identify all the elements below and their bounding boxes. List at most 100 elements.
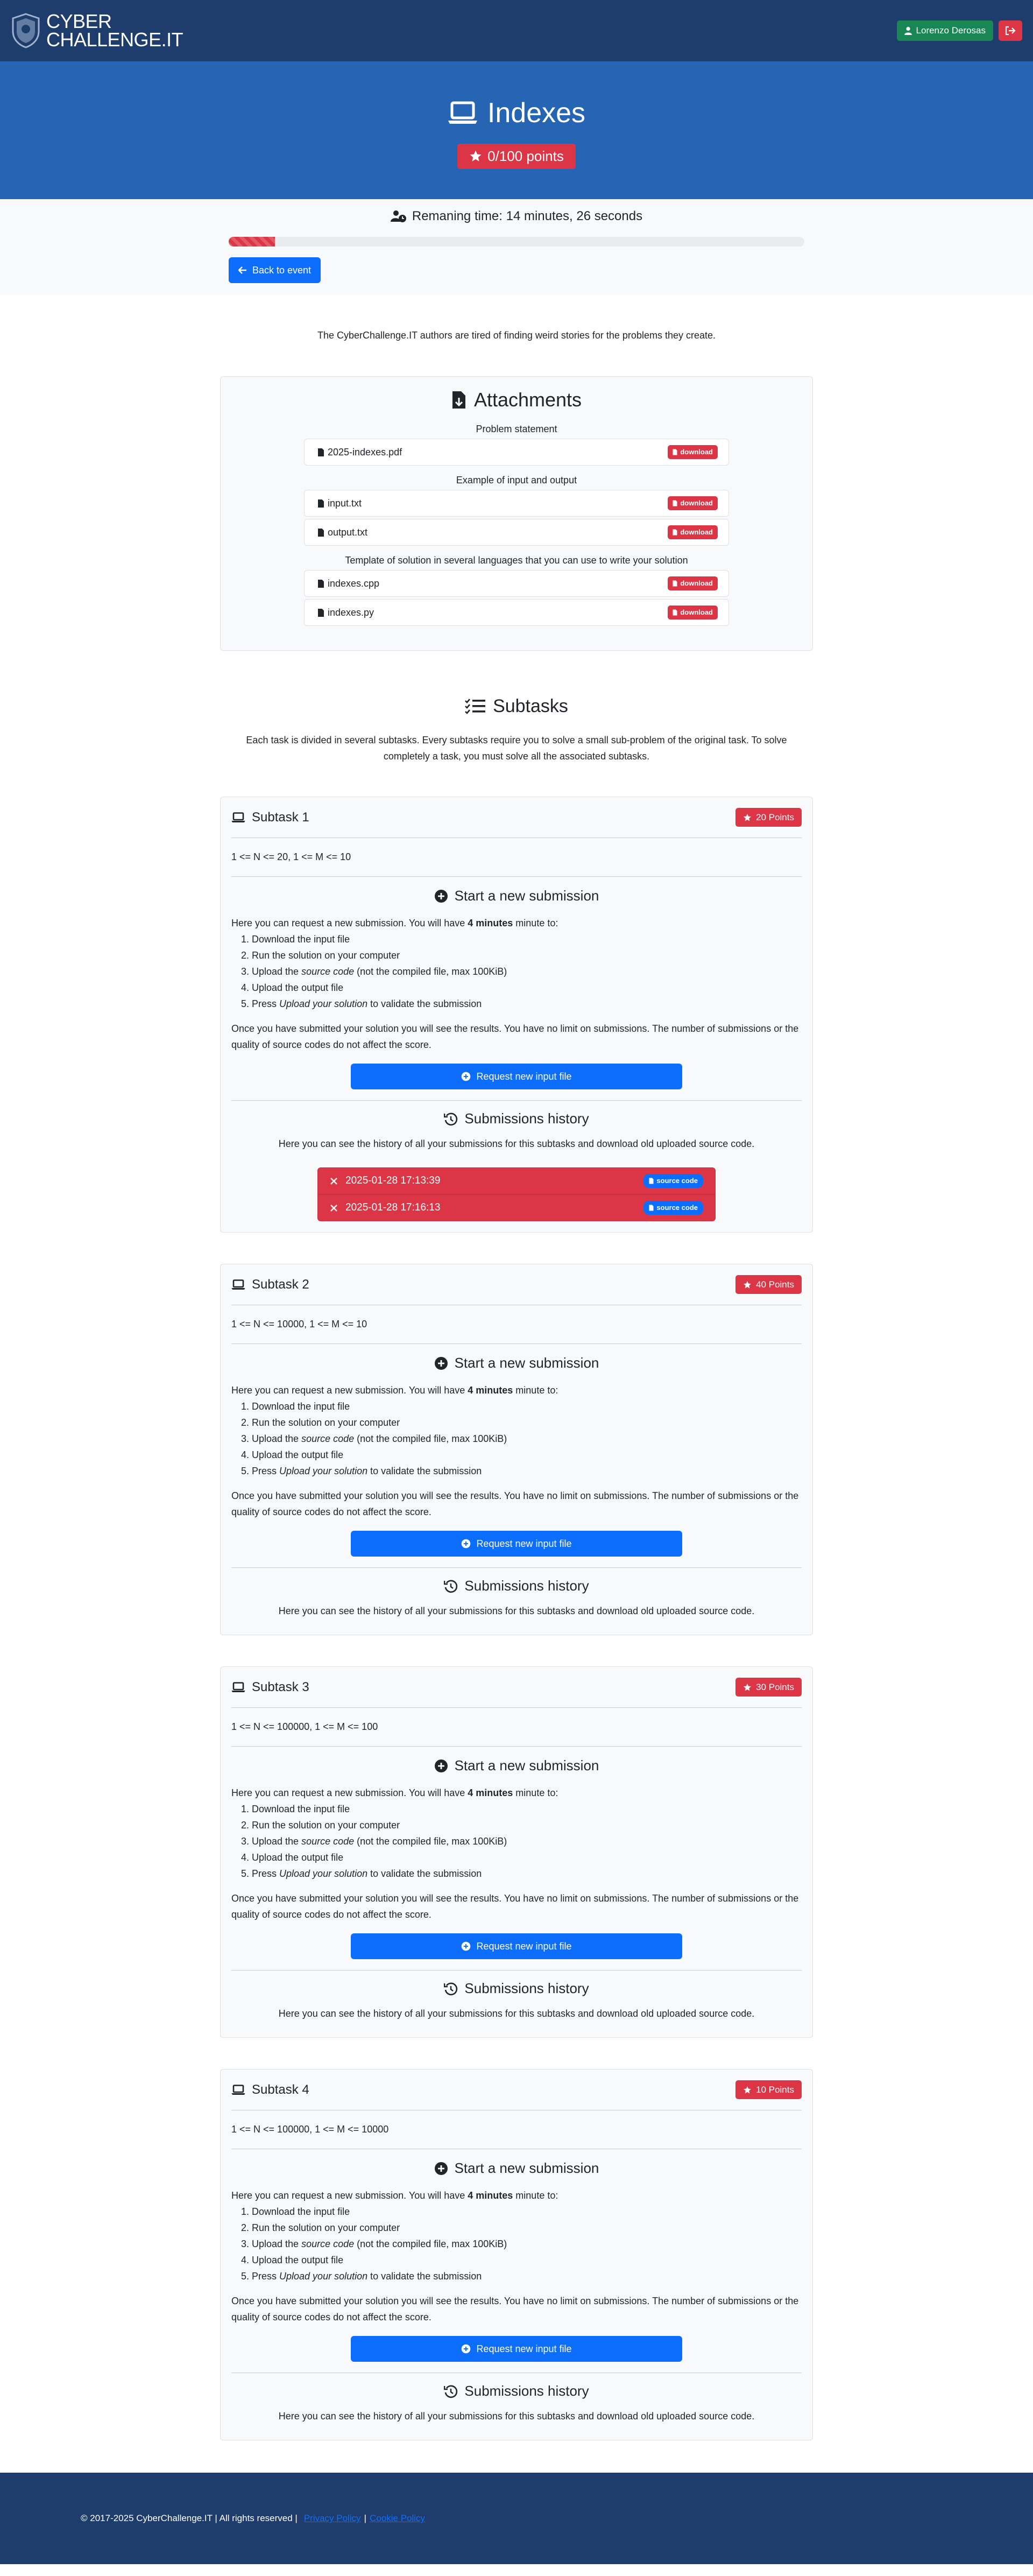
file-icon: [649, 1205, 654, 1211]
attachment-group-statement: Problem statement 2025-indexes.pdf downl…: [221, 422, 812, 466]
step-item: Run the solution on your computer: [252, 947, 802, 963]
source-code-button[interactable]: source code: [643, 1174, 703, 1188]
step-emphasis: source code: [301, 2239, 355, 2249]
new-submission-title-text: Start a new submission: [454, 1757, 599, 1773]
request-input-button[interactable]: Request new input file: [351, 1531, 682, 1557]
time-progress-fill: [229, 237, 275, 247]
new-submission-title: Start a new submission: [231, 885, 802, 906]
step-text: Press: [252, 2271, 280, 2282]
subtask-header: Subtask 3 30 Points: [231, 1667, 802, 1708]
subtask-constraint: 1 <= N <= 100000, 1 <= M <= 10000: [231, 2110, 802, 2149]
step-emphasis: source code: [301, 966, 355, 977]
attachment-item[interactable]: indexes.py download: [304, 599, 729, 626]
submission-history-item[interactable]: 2025-01-28 17:13:39 source code: [317, 1167, 716, 1194]
step-item: Upload the source code (not the compiled…: [252, 1431, 802, 1447]
file-code-icon: [318, 608, 324, 617]
logout-icon: [1005, 26, 1016, 36]
intro-text: Here you can request a new submission. Y…: [231, 1385, 468, 1396]
subtask-card: Subtask 1 20 Points 1 <= N <= 20, 1 <= M…: [220, 797, 813, 1233]
submission-history-item[interactable]: 2025-01-28 17:16:13 source code: [317, 1194, 716, 1221]
download-button[interactable]: download: [668, 496, 718, 510]
user-name: Lorenzo Derosas: [916, 25, 986, 36]
subtask-constraint: 1 <= N <= 10000, 1 <= M <= 10: [231, 1305, 802, 1344]
subtasks-description: Each task is divided in several subtasks…: [246, 735, 787, 762]
subtask-title: Subtask 1: [231, 808, 309, 827]
star-icon: [744, 2086, 752, 2094]
download-button[interactable]: download: [668, 445, 718, 459]
timer-section: Remaning time: 14 minutes, 26 seconds Ba…: [0, 199, 1033, 295]
attachment-item[interactable]: 2025-indexes.pdf download: [304, 439, 729, 466]
attachment-group-label: Problem statement: [476, 424, 557, 434]
attachment-item[interactable]: output.txt download: [304, 519, 729, 546]
user-icon: [904, 26, 912, 35]
cookie-policy-link[interactable]: Cookie Policy: [370, 2511, 425, 2525]
subtask-header: Subtask 2 40 Points: [231, 1264, 802, 1305]
submissions-history-title: Submissions history: [231, 1108, 802, 1129]
request-input-label: Request new input file: [476, 1538, 572, 1549]
download-button[interactable]: download: [668, 525, 718, 539]
brand-line-2: CHALLENGE.IT: [46, 29, 183, 51]
file-download-icon: [452, 391, 465, 409]
intro-text-end: minute to:: [513, 2190, 558, 2201]
remaining-time-text: Remaning time: 14 minutes, 26 seconds: [412, 209, 643, 223]
step-text: Press: [252, 1868, 280, 1879]
subtask-points-badge: 10 Points: [735, 2080, 802, 2100]
user-button[interactable]: Lorenzo Derosas: [896, 20, 993, 41]
attachment-item[interactable]: input.txt download: [304, 490, 729, 517]
submissions-history-title: Submissions history: [231, 2381, 802, 2402]
request-input-button[interactable]: Request new input file: [351, 1933, 682, 1959]
subtasks-header: Subtasks Each task is divided in several…: [0, 693, 1033, 764]
step-text-end: (not the compiled file, max 100KiB): [354, 1433, 507, 1444]
subtask-title-text: Subtask 1: [252, 810, 309, 825]
step-text-end: to validate the submission: [367, 998, 482, 1009]
submission-after-text: Once you have submitted your solution yo…: [231, 2296, 799, 2322]
subtask-card: Subtask 3 30 Points 1 <= N <= 100000, 1 …: [220, 1666, 813, 2038]
subtask-points-badge: 20 Points: [735, 807, 802, 827]
plus-circle-icon: [462, 1539, 471, 1549]
history-icon: [444, 1982, 458, 1995]
step-item: Press Upload your solution to validate t…: [252, 1463, 802, 1479]
source-code-label: source code: [656, 1203, 698, 1212]
step-emphasis: Upload your solution: [279, 1868, 368, 1879]
step-item: Run the solution on your computer: [252, 1414, 802, 1431]
laptop-icon: [231, 812, 245, 822]
step-item: Run the solution on your computer: [252, 1817, 802, 1833]
privacy-policy-link[interactable]: Privacy Policy: [304, 2511, 361, 2525]
submissions-history-title-text: Submissions history: [464, 1980, 589, 1996]
attachment-item[interactable]: indexes.cpp download: [304, 570, 729, 597]
subtask-title: Subtask 3: [231, 1678, 309, 1697]
step-item: Download the input file: [252, 1801, 802, 1817]
footer-copyright: © 2017-2025 CyberChallenge.IT | All righ…: [81, 2513, 298, 2524]
plus-circle-icon: [462, 1072, 471, 1081]
request-input-button[interactable]: Request new input file: [351, 2336, 682, 2362]
attachment-name: 2025-indexes.pdf: [328, 446, 402, 458]
logout-button[interactable]: [999, 20, 1022, 41]
plus-circle-icon: [434, 1356, 448, 1370]
step-text-end: to validate the submission: [367, 1868, 482, 1879]
subtasks-title: Subtasks: [0, 693, 1033, 720]
new-submission-title-text: Start a new submission: [454, 1355, 599, 1371]
file-code-icon: [318, 579, 324, 588]
submissions-history-title: Submissions history: [231, 1978, 802, 1999]
back-to-event-button[interactable]: Back to event: [229, 257, 321, 283]
file-icon: [649, 1178, 654, 1184]
submission-after-text: Once you have submitted your solution yo…: [231, 1893, 799, 1920]
submission-time: 2025-01-28 17:16:13: [345, 1201, 441, 1213]
subtask-title: Subtask 2: [231, 1275, 309, 1294]
step-text-end: (not the compiled file, max 100KiB): [354, 2239, 507, 2249]
file-icon: [318, 499, 324, 508]
attachment-group-templates: Template of solution in several language…: [221, 553, 812, 626]
request-input-button[interactable]: Request new input file: [351, 1064, 682, 1089]
laptop-icon: [231, 1681, 245, 1692]
file-icon: [673, 449, 677, 455]
submission-intro: Here you can request a new submission. Y…: [231, 1382, 802, 1398]
brand-logo[interactable]: CYBER CHALLENGE.IT: [11, 12, 183, 51]
divider: [231, 1100, 802, 1101]
download-button[interactable]: download: [668, 576, 718, 590]
submission-after-text: Once you have submitted your solution yo…: [231, 1490, 799, 1517]
step-emphasis: source code: [301, 1836, 355, 1847]
laptop-icon: [231, 2084, 245, 2095]
download-button[interactable]: download: [668, 606, 718, 620]
intro-text: Here you can request a new submission. Y…: [231, 2190, 468, 2201]
source-code-button[interactable]: source code: [643, 1201, 703, 1215]
